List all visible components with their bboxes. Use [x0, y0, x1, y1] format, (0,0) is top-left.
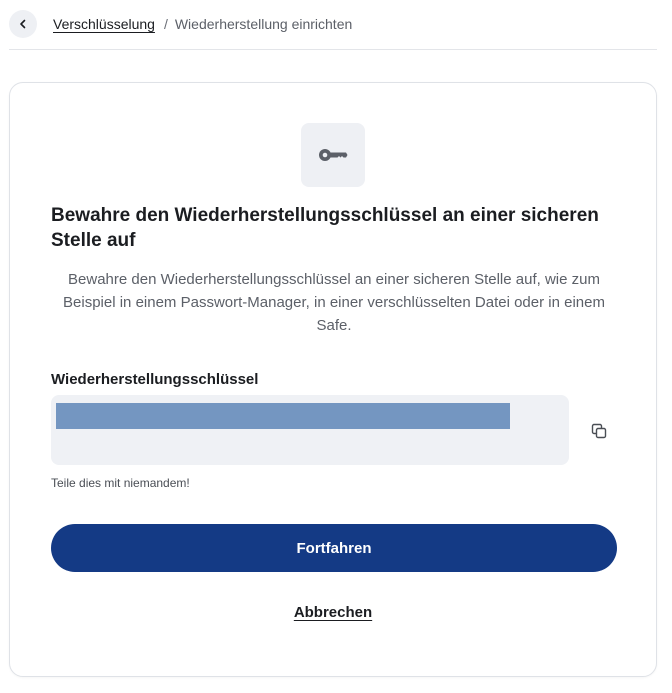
recovery-key-label: Wiederherstellungsschlüssel	[51, 371, 259, 388]
cancel-button[interactable]: Abbrechen	[10, 604, 656, 621]
breadcrumb-link-encryption[interactable]: Verschlüsselung	[53, 16, 155, 32]
recovery-key-field[interactable]	[51, 395, 569, 465]
header-divider	[9, 49, 657, 50]
share-warning: Teile dies mit niemandem!	[51, 476, 190, 490]
key-icon-tile	[301, 123, 365, 187]
continue-button[interactable]: Fortfahren	[51, 524, 617, 572]
breadcrumb-current: Wiederherstellung einrichten	[174, 16, 353, 32]
copy-icon	[591, 423, 607, 439]
copy-button[interactable]	[588, 420, 610, 442]
chevron-left-icon	[20, 19, 26, 29]
top-bar: Verschlüsselung / Wiederherstellung einr…	[0, 0, 672, 50]
card-title: Bewahre den Wiederherstellungsschlüssel …	[51, 205, 599, 251]
breadcrumb-separator: /	[163, 16, 168, 32]
card-description: Bewahre den Wiederherstellungsschlüssel …	[63, 271, 605, 334]
recovery-key-card: Bewahre den Wiederherstellungsschlüssel …	[9, 82, 657, 677]
breadcrumb: Verschlüsselung / Wiederherstellung einr…	[53, 16, 352, 32]
back-button[interactable]	[9, 10, 37, 38]
recovery-key-redacted	[56, 403, 510, 429]
key-icon	[319, 149, 348, 161]
